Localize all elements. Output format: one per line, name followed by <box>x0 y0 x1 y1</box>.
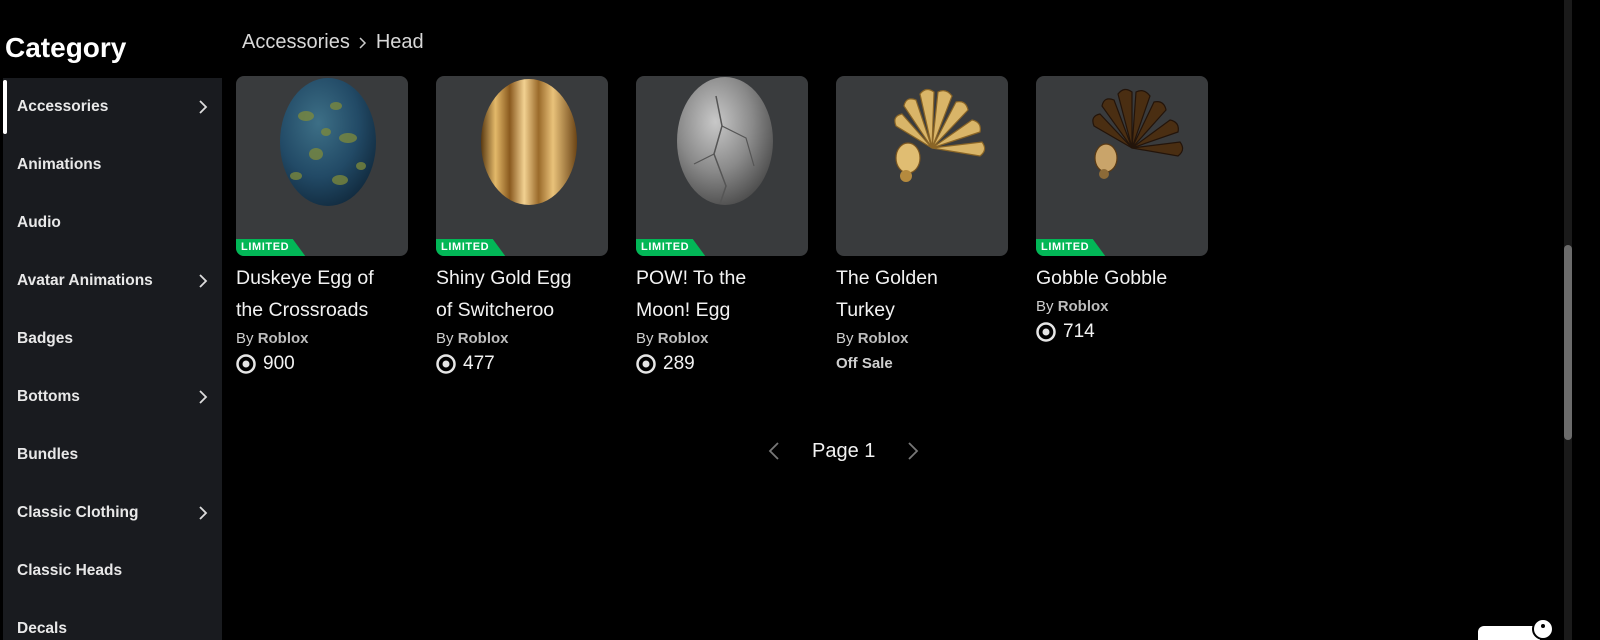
item-creator: By Roblox <box>836 330 1008 347</box>
item-card[interactable]: LIMITED POW! To the Moon! Egg By Roblox … <box>636 76 808 375</box>
category-item-label: Audio <box>17 214 61 231</box>
item-card[interactable]: The Golden Turkey By Roblox Off Sale <box>836 76 1008 372</box>
item-price: 289 <box>636 353 808 375</box>
chevron-left-icon <box>768 442 779 460</box>
creator-by-label: By <box>636 330 654 347</box>
next-page-button[interactable] <box>903 438 923 464</box>
previous-page-button[interactable] <box>764 438 784 464</box>
item-thumbnail[interactable]: LIMITED <box>436 76 608 256</box>
item-card[interactable]: LIMITED Shiny Gold Egg of Switcheroo By … <box>436 76 608 375</box>
category-item-audio[interactable]: Audio <box>3 194 222 252</box>
item-creator: By Roblox <box>236 330 408 347</box>
item-name-line: Gobble Gobble <box>1036 267 1168 289</box>
creator-name-link[interactable]: Roblox <box>858 330 909 347</box>
category-item-label: Avatar Animations <box>17 272 153 289</box>
chevron-right-icon <box>199 100 208 114</box>
price-value: 289 <box>663 353 695 374</box>
brown-turkey-image <box>1092 88 1184 179</box>
category-item-classic-heads[interactable]: Classic Heads <box>3 542 222 600</box>
price-value: 900 <box>263 353 295 374</box>
creator-by-label: By <box>1036 298 1054 315</box>
page-label: Page 1 <box>812 439 876 462</box>
category-item-label: Classic Clothing <box>17 504 139 521</box>
chat-widget[interactable] <box>1478 626 1540 640</box>
item-card[interactable]: LIMITED Duskeye Egg of the Crossroads By… <box>236 76 408 375</box>
stone-egg-image <box>677 77 773 205</box>
off-sale-label: Off Sale <box>836 355 893 372</box>
category-item-label: Bottoms <box>17 388 80 405</box>
category-item-bottoms[interactable]: Bottoms <box>3 368 222 426</box>
breadcrumb: Accessories Head <box>242 31 424 54</box>
item-name-line: Shiny Gold Egg <box>436 267 572 289</box>
item-creator: By Roblox <box>636 330 808 347</box>
item-name-line: Turkey <box>836 299 895 321</box>
item-thumbnail[interactable]: LIMITED <box>236 76 408 256</box>
item-name-line: The Golden <box>836 267 938 289</box>
robux-icon <box>636 354 656 374</box>
category-item-badges[interactable]: Badges <box>3 310 222 368</box>
item-name[interactable]: Shiny Gold Egg of Switcheroo <box>436 262 608 326</box>
badge-dot <box>1541 624 1545 628</box>
category-item-avatar-animations[interactable]: Avatar Animations <box>3 252 222 310</box>
robux-icon <box>1036 322 1056 342</box>
category-item-accessories[interactable]: Accessories <box>3 78 222 136</box>
item-price: 900 <box>236 353 408 375</box>
item-name[interactable]: Duskeye Egg of the Crossroads <box>236 262 408 326</box>
category-sidebar: Category Accessories Animations Audio Av… <box>0 0 222 640</box>
category-list: Accessories Animations Audio Avatar Anim… <box>3 78 222 640</box>
item-name[interactable]: Gobble Gobble <box>1036 262 1208 294</box>
breadcrumb-parent-link[interactable]: Accessories <box>242 31 350 54</box>
notification-badge <box>1532 618 1554 640</box>
category-item-label: Classic Heads <box>17 562 123 579</box>
breadcrumb-current: Head <box>375 31 424 53</box>
creator-name-link[interactable]: Roblox <box>1058 298 1109 315</box>
category-item-bundles[interactable]: Bundles <box>3 426 222 484</box>
price-value: 714 <box>1063 321 1095 342</box>
item-thumbnail[interactable] <box>836 76 1008 256</box>
chevron-right-icon <box>199 390 208 404</box>
chevron-right-icon <box>199 506 208 520</box>
category-item-label: Decals <box>17 620 67 637</box>
category-item-label: Bundles <box>17 446 79 463</box>
category-item-label: Badges <box>17 330 73 347</box>
creator-by-label: By <box>436 330 454 347</box>
creator-name-link[interactable]: Roblox <box>658 330 709 347</box>
item-name-line: Duskeye Egg of <box>236 267 374 289</box>
robux-icon <box>236 354 256 374</box>
category-item-label: Animations <box>17 156 102 173</box>
gold-egg-image <box>481 79 577 205</box>
scrollbar-thumb[interactable] <box>1564 245 1572 440</box>
item-creator: By Roblox <box>1036 298 1208 315</box>
creator-name-link[interactable]: Roblox <box>258 330 309 347</box>
item-thumbnail[interactable]: LIMITED <box>1036 76 1208 256</box>
item-name-line: POW! To the <box>636 267 747 289</box>
item-name-line: Moon! Egg <box>636 299 731 321</box>
category-title: Category <box>5 32 127 63</box>
item-creator: By Roblox <box>436 330 608 347</box>
category-item-classic-clothing[interactable]: Classic Clothing <box>3 484 222 542</box>
category-item-animations[interactable]: Animations <box>3 136 222 194</box>
creator-by-label: By <box>836 330 854 347</box>
creator-name-link[interactable]: Roblox <box>458 330 509 347</box>
item-name[interactable]: The Golden Turkey <box>836 262 1008 326</box>
creator-by-label: By <box>236 330 254 347</box>
item-name[interactable]: POW! To the Moon! Egg <box>636 262 808 326</box>
item-card[interactable]: LIMITED Gobble Gobble By Roblox 714 <box>1036 76 1208 343</box>
item-price: 714 <box>1036 321 1208 343</box>
chevron-right-icon <box>359 36 366 49</box>
golden-turkey-image <box>894 88 986 182</box>
item-name-line: the Crossroads <box>236 299 369 321</box>
chevron-right-icon <box>199 274 208 288</box>
item-price: 477 <box>436 353 608 375</box>
chevron-right-icon <box>908 442 919 460</box>
blue-egg-image <box>280 78 376 206</box>
category-item-decals[interactable]: Decals <box>3 600 222 640</box>
item-name-line: of Switcheroo <box>436 299 555 321</box>
price-value: 477 <box>463 353 495 374</box>
pagination: Page 1 <box>764 438 923 464</box>
item-thumbnail[interactable]: LIMITED <box>636 76 808 256</box>
category-item-label: Accessories <box>17 98 109 115</box>
robux-icon <box>436 354 456 374</box>
